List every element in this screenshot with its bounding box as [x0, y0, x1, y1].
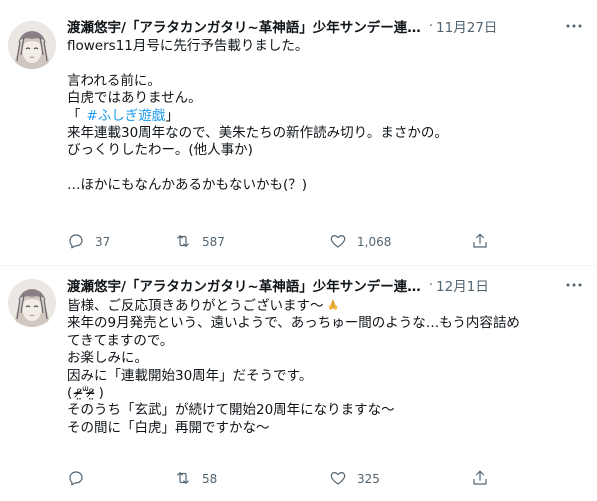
like-button[interactable]: 1,068 [329, 231, 391, 253]
more-icon[interactable] [565, 279, 583, 291]
reply-count: 37 [95, 235, 111, 249]
text-line: 言われる前に。 [67, 72, 161, 89]
text-line: …ほかにもなんかあるかもないかも(？) [67, 177, 308, 194]
text-line: びっくりしたわー。(他人事か) [67, 142, 253, 159]
retweet-count: 587 [202, 235, 225, 249]
text-line-with-hashtag: 「 #ふしぎ遊戯」 [67, 108, 581, 125]
more-icon[interactable] [565, 20, 583, 32]
retweet-count: 58 [202, 472, 218, 486]
share-button[interactable] [471, 231, 489, 253]
folded-hands-emoji-icon [326, 298, 340, 312]
text-line: てきてますので。 [67, 332, 174, 349]
share-icon [471, 469, 489, 490]
text-line: ( ᵒ̴̶̷̤ᐜᵒ̴̶̷̤ ) [67, 384, 104, 401]
text-line [67, 160, 581, 177]
like-count: 325 [357, 472, 380, 486]
hashtag-link[interactable]: #ふしぎ遊戯 [87, 108, 166, 124]
tweet-header: 渡瀬悠宇/「アラタカンガタリ~革神語」少年サンデー連… · 11月27日 [67, 16, 587, 36]
text-line: そのうち「玄武」が続けて開始20周年になりますな〜 [67, 402, 395, 419]
tweet-actions: 37 587 1,068 [67, 231, 497, 253]
bracket-open: 「 [67, 107, 81, 124]
text-line: 因みに「連載開始30周年」だそうです。 [67, 367, 313, 384]
separator: · [428, 18, 434, 34]
tweet-actions: 58 325 [67, 468, 497, 490]
separator: · [428, 277, 434, 293]
like-icon [329, 232, 347, 253]
text-line [67, 55, 581, 72]
share-icon [471, 232, 489, 253]
tweet-date[interactable]: 11月27日 [436, 16, 497, 36]
reply-icon [67, 232, 85, 253]
tweet-text: 皆様、ご反応頂きありがとうございます〜 来年の9月発売という、遠いようで、あっち… [67, 298, 581, 437]
text-line-with-emoji: 皆様、ご反応頂きありがとうございます〜 [67, 298, 581, 315]
like-count: 1,068 [357, 235, 392, 249]
retweet-icon [174, 232, 192, 253]
text-line: 皆様、ご反応頂きありがとうございます〜 [67, 298, 324, 314]
reply-icon [67, 469, 85, 490]
retweet-icon [174, 469, 192, 490]
tweet-header: 渡瀬悠宇/「アラタカンガタリ~革神語」少年サンデー連… · 12月1日 [67, 275, 587, 295]
tweet[interactable]: 渡瀬悠宇/「アラタカンガタリ~革神語」少年サンデー連… · 12月1日 皆様、ご… [0, 266, 597, 501]
text-line: 来年連載30周年なので、美朱たちの新作読み切り。まさかの。 [67, 124, 448, 141]
reply-button[interactable] [67, 468, 95, 490]
text-line: お楽しみに。 [67, 350, 148, 367]
author-name[interactable]: 渡瀬悠宇/「アラタカンガタリ~革神語」少年サンデー連… [67, 16, 421, 36]
author-name[interactable]: 渡瀬悠宇/「アラタカンガタリ~革神語」少年サンデー連… [67, 275, 421, 295]
retweet-button[interactable]: 587 [174, 231, 225, 253]
tweet-date[interactable]: 12月1日 [436, 275, 489, 295]
retweet-button[interactable]: 58 [174, 468, 217, 490]
tweet[interactable]: 渡瀬悠宇/「アラタカンガタリ~革神語」少年サンデー連… · 11月27日 flo… [0, 0, 597, 266]
avatar[interactable] [8, 279, 56, 327]
like-button[interactable]: 325 [329, 468, 380, 490]
share-button[interactable] [471, 468, 489, 490]
avatar[interactable] [8, 21, 56, 69]
like-icon [329, 469, 347, 490]
text-line: flowers11月号に先行予告載りました。 [67, 38, 309, 54]
bracket-close: 」 [165, 107, 179, 124]
text-line: 白虎ではありません。 [67, 90, 202, 107]
reply-button[interactable]: 37 [67, 231, 110, 253]
text-line: 来年の9月発売という、遠いようで、あっちゅー間のような…もう内容詰め [67, 315, 520, 332]
text-line: その間に「白虎」再開ですかな〜 [67, 419, 270, 436]
tweet-text: flowers11月号に先行予告載りました。 言われる前に。 白虎ではありません… [67, 38, 581, 195]
